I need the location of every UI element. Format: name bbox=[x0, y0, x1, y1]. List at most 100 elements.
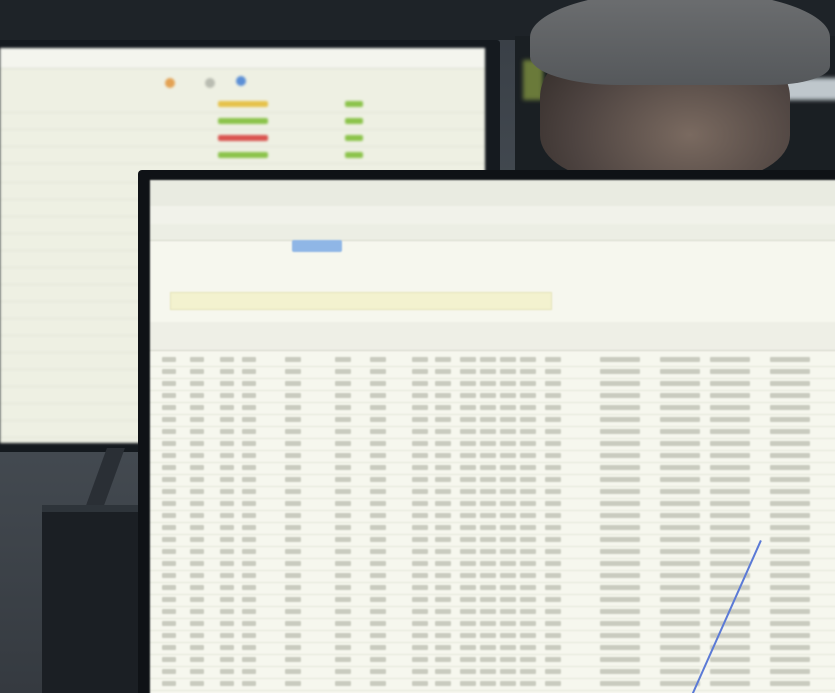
table-cell bbox=[412, 561, 428, 566]
table-cell bbox=[770, 441, 810, 446]
table-cell bbox=[520, 465, 536, 470]
table-cell bbox=[435, 477, 451, 482]
table-cell bbox=[710, 465, 750, 470]
table-cell bbox=[285, 465, 301, 470]
table-cell bbox=[435, 429, 451, 434]
table-cell bbox=[242, 549, 256, 554]
table-cell bbox=[412, 537, 428, 542]
table-cell bbox=[335, 489, 351, 494]
table-cell bbox=[770, 405, 810, 410]
table-cell bbox=[242, 453, 256, 458]
table-cell bbox=[520, 477, 536, 482]
table-cell bbox=[600, 489, 640, 494]
table-cell bbox=[435, 381, 451, 386]
table-cell bbox=[660, 465, 700, 470]
table-cell bbox=[162, 561, 176, 566]
table-cell bbox=[190, 621, 204, 626]
status-bar bbox=[218, 135, 268, 141]
table-cell bbox=[520, 681, 536, 686]
table-cell bbox=[500, 429, 516, 434]
table-cell bbox=[412, 501, 428, 506]
table-cell bbox=[162, 621, 176, 626]
table-cell bbox=[545, 573, 561, 578]
back-table-row bbox=[0, 113, 485, 130]
table-cell bbox=[190, 369, 204, 374]
table-cell bbox=[242, 669, 256, 674]
table-cell bbox=[600, 537, 640, 542]
table-cell bbox=[162, 477, 176, 482]
table-cell bbox=[500, 441, 516, 446]
table-cell bbox=[190, 417, 204, 422]
table-cell bbox=[500, 513, 516, 518]
status-chip bbox=[345, 101, 363, 107]
table-cell bbox=[460, 609, 476, 614]
table-cell bbox=[520, 645, 536, 650]
table-cell bbox=[710, 369, 750, 374]
table-cell bbox=[770, 381, 810, 386]
table-cell bbox=[285, 477, 301, 482]
back-table-row bbox=[0, 130, 485, 147]
table-cell bbox=[435, 453, 451, 458]
table-cell bbox=[600, 633, 640, 638]
table-cell bbox=[435, 561, 451, 566]
table-cell bbox=[335, 621, 351, 626]
table-cell bbox=[770, 549, 810, 554]
table-cell bbox=[370, 369, 386, 374]
table-cell bbox=[220, 417, 234, 422]
table-cell bbox=[600, 369, 640, 374]
table-cell bbox=[480, 621, 496, 626]
table-cell bbox=[520, 393, 536, 398]
table-cell bbox=[770, 657, 810, 662]
table-cell bbox=[242, 681, 256, 686]
table-cell bbox=[600, 681, 640, 686]
table-cell bbox=[370, 681, 386, 686]
table-cell bbox=[285, 597, 301, 602]
table-cell bbox=[335, 501, 351, 506]
table-cell bbox=[600, 597, 640, 602]
table-cell bbox=[545, 417, 561, 422]
table-cell bbox=[480, 561, 496, 566]
table-cell bbox=[285, 585, 301, 590]
table-cell bbox=[460, 453, 476, 458]
table-cell bbox=[520, 381, 536, 386]
table-cell bbox=[335, 405, 351, 410]
table-cell bbox=[520, 489, 536, 494]
table-cell bbox=[162, 573, 176, 578]
table-cell bbox=[770, 417, 810, 422]
table-cell bbox=[335, 357, 351, 362]
table-cell bbox=[500, 645, 516, 650]
table-cell bbox=[500, 465, 516, 470]
table-cell bbox=[412, 633, 428, 638]
table-cell bbox=[162, 657, 176, 662]
table-cell bbox=[370, 417, 386, 422]
table-cell bbox=[162, 489, 176, 494]
table-cell bbox=[660, 477, 700, 482]
table-cell bbox=[162, 537, 176, 542]
table-cell bbox=[190, 597, 204, 602]
table-cell bbox=[220, 597, 234, 602]
table-cell bbox=[520, 525, 536, 530]
table-cell bbox=[412, 405, 428, 410]
table-cell bbox=[480, 381, 496, 386]
table-cell bbox=[220, 549, 234, 554]
table-cell bbox=[435, 369, 451, 374]
table-cell bbox=[500, 573, 516, 578]
table-cell bbox=[545, 501, 561, 506]
table-cell bbox=[412, 393, 428, 398]
table-cell bbox=[600, 669, 640, 674]
table-cell bbox=[285, 393, 301, 398]
table-cell bbox=[370, 525, 386, 530]
table-cell bbox=[190, 669, 204, 674]
table-cell bbox=[545, 609, 561, 614]
table-cell bbox=[285, 513, 301, 518]
table-cell bbox=[710, 669, 750, 674]
table-cell bbox=[220, 513, 234, 518]
table-cell bbox=[285, 681, 301, 686]
table-cell bbox=[242, 357, 256, 362]
table-cell bbox=[520, 369, 536, 374]
table-cell bbox=[162, 393, 176, 398]
table-cell bbox=[412, 681, 428, 686]
table-cell bbox=[500, 681, 516, 686]
table-cell bbox=[412, 465, 428, 470]
table-cell bbox=[545, 489, 561, 494]
